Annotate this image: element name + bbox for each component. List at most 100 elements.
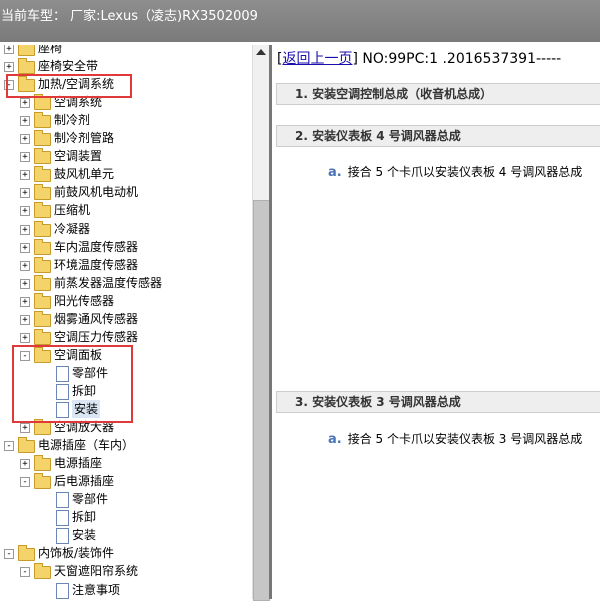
folder-icon: [34, 328, 51, 345]
tree-node-label: 座椅安全带: [38, 59, 99, 74]
tree-node-label: 烟雾通风传感器: [54, 311, 139, 326]
expand-icon[interactable]: +: [20, 188, 30, 199]
tree-node[interactable]: + 空调压力传感器: [0, 328, 252, 346]
annotation-box-heating-ac: [6, 74, 132, 98]
collapse-icon[interactable]: -: [20, 567, 30, 578]
tree-node[interactable]: + 前鼓风机电动机: [0, 183, 252, 201]
content-pane: [返回上一页] NO:99PC:1 .2016537391----- 1. 安装…: [272, 45, 600, 599]
expand-icon[interactable]: +: [20, 98, 30, 109]
tree-node-label: 冷凝器: [54, 221, 91, 236]
section-header-3: 3. 安装仪表板 3 号调风器总成: [276, 391, 600, 413]
tree-node-label: 压缩机: [54, 203, 91, 218]
expand-icon[interactable]: +: [20, 170, 30, 181]
expand-icon[interactable]: +: [20, 206, 30, 217]
tree-node[interactable]: - 内饰板/装饰件: [0, 544, 252, 562]
window-title: 当前车型： 厂家:Lexus（凌志)RX3502009: [1, 9, 258, 24]
annotation-box-ac-panel: [12, 345, 133, 423]
tree-node[interactable]: + 电源插座: [0, 454, 252, 472]
collapse-icon[interactable]: -: [4, 441, 14, 452]
expand-icon[interactable]: +: [20, 314, 30, 325]
expand-icon[interactable]: +: [20, 260, 30, 271]
expand-icon[interactable]: +: [20, 423, 30, 434]
tree-node-label: 阳光传感器: [54, 293, 115, 308]
folder-icon: [34, 238, 51, 255]
page-icon: [56, 582, 69, 599]
tree-node[interactable]: + 座椅: [0, 45, 252, 57]
tree-node-label: 内饰板/装饰件: [38, 546, 115, 561]
doc-id: NO:99PC:1 .2016537391-----: [357, 51, 562, 67]
folder-icon: [34, 274, 51, 291]
collapse-icon[interactable]: -: [4, 549, 14, 560]
expand-icon[interactable]: +: [20, 296, 30, 307]
tree-node-label: 前鼓风机电动机: [54, 185, 139, 200]
folder-icon: [34, 166, 51, 183]
tree-node[interactable]: + 烟雾通风传感器: [0, 310, 252, 328]
navigation-tree[interactable]: + 座椅 + 座椅安全带 - 加热/空调系统 + 空调系统 + 制冷剂 + 制冷剂管路 + 空调装置 + 鼓风…: [0, 45, 252, 599]
folder-icon: [34, 202, 51, 219]
tree-node[interactable]: 注意事项: [0, 581, 252, 599]
folder-icon: [18, 545, 35, 562]
tree-node-label: 注意事项: [72, 582, 121, 597]
tree-node[interactable]: + 冷凝器: [0, 220, 252, 238]
tree-node[interactable]: 拆卸: [0, 508, 252, 527]
expand-icon[interactable]: +: [20, 459, 30, 470]
tree-node-label: 安装: [72, 528, 97, 543]
folder-icon: [34, 563, 51, 580]
expand-icon[interactable]: +: [20, 224, 30, 235]
tree-node-label: 鼓风机单元: [54, 167, 115, 182]
folder-icon: [18, 437, 35, 454]
tree-node-label: 零部件: [72, 492, 109, 507]
expand-icon[interactable]: +: [20, 332, 30, 343]
folder-icon: [34, 419, 51, 436]
expand-icon[interactable]: +: [4, 45, 14, 54]
expand-icon[interactable]: +: [20, 278, 30, 289]
collapse-icon[interactable]: -: [20, 477, 30, 488]
expand-icon[interactable]: +: [20, 134, 30, 145]
tree-node-label: 拆卸: [72, 510, 97, 525]
scroll-up-arrow-icon[interactable]: [256, 49, 266, 55]
expand-icon[interactable]: +: [20, 152, 30, 163]
expand-icon[interactable]: +: [20, 116, 30, 127]
tree-node-label: 后电源插座: [54, 474, 115, 489]
tree-node-label: 制冷剂: [54, 113, 91, 128]
step-item: a. 接合 5 个卡爪以安装仪表板 3 号调风器总成: [328, 432, 583, 447]
window-titlebar: 当前车型： 厂家:Lexus（凌志)RX3502009: [0, 0, 600, 42]
folder-icon: [18, 45, 35, 56]
folder-icon: [34, 112, 51, 129]
expand-icon[interactable]: +: [20, 242, 30, 253]
tree-node[interactable]: + 前蒸发器温度传感器: [0, 274, 252, 292]
folder-icon: [34, 220, 51, 237]
expand-icon[interactable]: +: [4, 62, 14, 73]
doc-header: [返回上一页] NO:99PC:1 .2016537391-----: [277, 51, 562, 67]
tree-node-label: 车内温度传感器: [54, 239, 139, 254]
tree-node[interactable]: 安装: [0, 526, 252, 545]
tree-node[interactable]: + 压缩机: [0, 201, 252, 219]
tree-node-label: 制冷剂管路: [54, 131, 115, 146]
tree-node[interactable]: + 座椅安全带: [0, 57, 252, 75]
tree-node[interactable]: 零部件: [0, 490, 252, 509]
folder-icon: [34, 256, 51, 273]
tree-node-label: 空调装置: [54, 149, 103, 164]
tree-node-label: 电源插座: [54, 456, 103, 471]
tree-scrollbar-thumb[interactable]: [253, 200, 270, 601]
tree-node[interactable]: + 车内温度传感器: [0, 238, 252, 256]
folder-icon: [34, 310, 51, 327]
page-icon: [56, 492, 69, 509]
tree-node[interactable]: + 环境温度传感器: [0, 256, 252, 274]
page-icon: [56, 528, 69, 545]
tree-node[interactable]: + 制冷剂: [0, 111, 252, 129]
section-header-1: 1. 安装空调控制总成（收音机总成）: [276, 83, 600, 105]
folder-icon: [34, 184, 51, 201]
folder-icon: [34, 94, 51, 111]
tree-node[interactable]: + 阳光传感器: [0, 292, 252, 310]
tree-node[interactable]: + 制冷剂管路: [0, 129, 252, 147]
tree-node-label: 电源插座（车内）: [38, 438, 135, 453]
tree-node[interactable]: - 电源插座（车内）: [0, 436, 252, 454]
tree-node[interactable]: + 空调装置: [0, 147, 252, 165]
back-link[interactable]: 返回上一页: [282, 51, 352, 67]
step-item: a. 接合 5 个卡爪以安装仪表板 4 号调风器总成: [328, 165, 583, 180]
tree-node[interactable]: - 后电源插座: [0, 472, 252, 490]
tree-node[interactable]: + 鼓风机单元: [0, 165, 252, 183]
section-header-2: 2. 安装仪表板 4 号调风器总成: [276, 125, 600, 147]
tree-node[interactable]: - 天窗遮阳帘系统: [0, 562, 252, 580]
